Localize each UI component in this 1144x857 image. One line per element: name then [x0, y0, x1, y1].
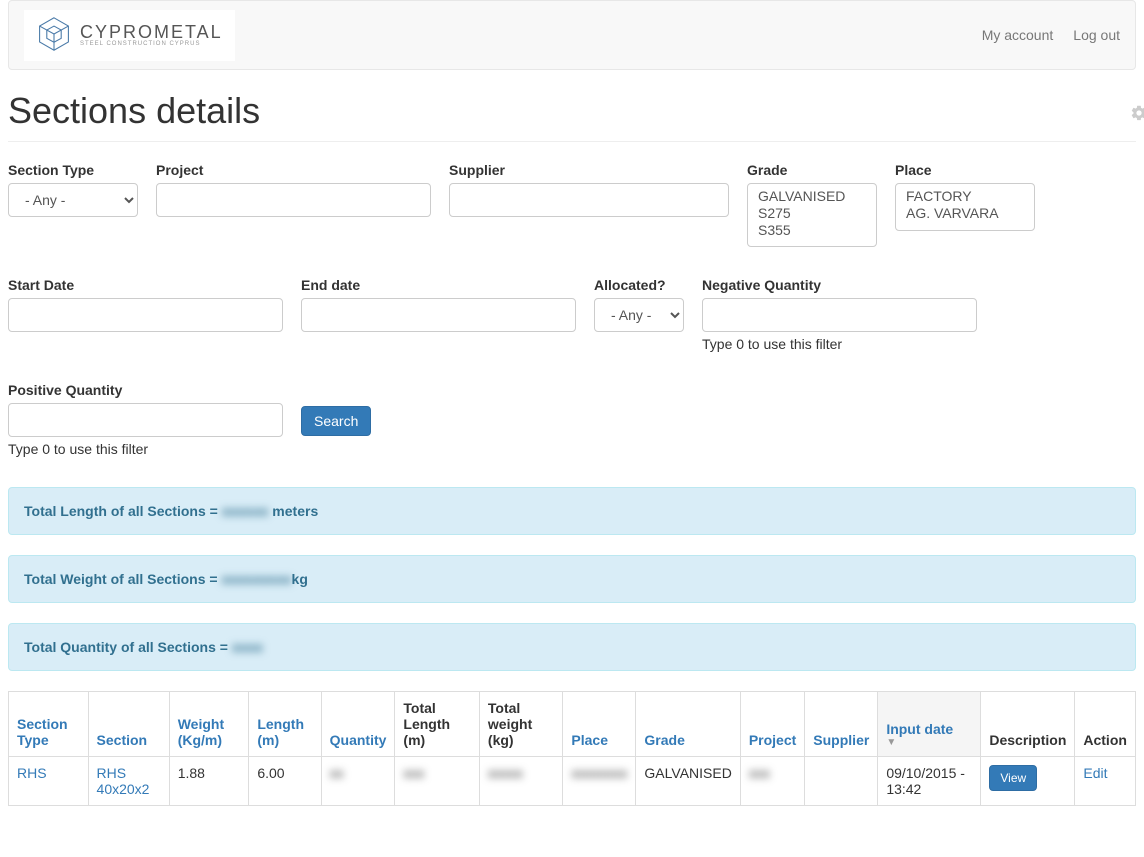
- end-date-input[interactable]: [301, 298, 576, 332]
- pos-qty-input[interactable]: [8, 403, 283, 437]
- nav-my-account[interactable]: My account: [982, 27, 1054, 43]
- search-button[interactable]: Search: [301, 406, 371, 436]
- col-length[interactable]: Length (m): [257, 716, 304, 748]
- col-total-weight: Total weight (kg): [479, 692, 563, 757]
- supplier-label: Supplier: [449, 162, 729, 178]
- page-title: Sections details: [8, 90, 260, 132]
- sections-table: Section Type Section Weight (Kg/m) Lengt…: [8, 691, 1136, 806]
- cell-weight: 1.88: [169, 757, 249, 806]
- col-total-length: Total Length (m): [395, 692, 480, 757]
- brand-tagline: STEEL CONSTRUCTION CYPRUS: [80, 41, 223, 47]
- col-project[interactable]: Project: [749, 732, 796, 748]
- col-weight[interactable]: Weight (Kg/m): [178, 716, 224, 748]
- cell-length: 6.00: [249, 757, 321, 806]
- cell-supplier: [805, 757, 878, 806]
- col-grade[interactable]: Grade: [644, 732, 684, 748]
- cell-section[interactable]: RHS 40x20x2: [97, 765, 150, 797]
- col-section-type[interactable]: Section Type: [17, 716, 68, 748]
- brand[interactable]: CYPROMETAL STEEL CONSTRUCTION CYPRUS: [24, 10, 235, 61]
- section-type-select[interactable]: - Any -: [8, 183, 138, 217]
- cell-project: xxx: [740, 757, 804, 806]
- project-label: Project: [156, 162, 431, 178]
- col-quantity[interactable]: Quantity: [330, 732, 387, 748]
- allocated-label: Allocated?: [594, 277, 684, 293]
- neg-qty-label: Negative Quantity: [702, 277, 977, 293]
- pos-qty-label: Positive Quantity: [8, 382, 283, 398]
- start-date-input[interactable]: [8, 298, 283, 332]
- logo-icon: [36, 16, 72, 55]
- cell-section-type[interactable]: RHS: [17, 765, 47, 781]
- col-description: Description: [981, 692, 1075, 757]
- allocated-select[interactable]: - Any -: [594, 298, 684, 332]
- nav-logout[interactable]: Log out: [1073, 27, 1120, 43]
- sort-desc-icon: ▼: [886, 737, 972, 748]
- col-input-date[interactable]: Input date: [886, 721, 953, 737]
- place-select[interactable]: FACTORY AG. VARVARA: [895, 183, 1035, 231]
- cell-total-weight: xxxxx: [479, 757, 563, 806]
- start-date-label: Start Date: [8, 277, 283, 293]
- place-label: Place: [895, 162, 1035, 178]
- end-date-label: End date: [301, 277, 576, 293]
- cell-quantity: xx: [321, 757, 395, 806]
- supplier-input[interactable]: [449, 183, 729, 217]
- summary-quantity: Total Quantity of all Sections = xxxx: [8, 623, 1136, 671]
- neg-qty-input[interactable]: [702, 298, 977, 332]
- summary-weight: Total Weight of all Sections = xxxxxxxxx…: [8, 555, 1136, 603]
- col-supplier[interactable]: Supplier: [813, 732, 869, 748]
- project-input[interactable]: [156, 183, 431, 217]
- grade-label: Grade: [747, 162, 877, 178]
- neg-qty-help: Type 0 to use this filter: [702, 336, 977, 352]
- navbar: CYPROMETAL STEEL CONSTRUCTION CYPRUS My …: [8, 0, 1136, 70]
- cell-input-date: 09/10/2015 - 13:42: [878, 757, 981, 806]
- cell-grade: GALVANISED: [636, 757, 740, 806]
- cell-total-length: xxx: [395, 757, 480, 806]
- table-row: RHS RHS 40x20x2 1.88 6.00 xx xxx xxxxx x…: [9, 757, 1136, 806]
- col-place[interactable]: Place: [571, 732, 608, 748]
- col-action: Action: [1075, 692, 1136, 757]
- gear-icon[interactable]: [1130, 104, 1144, 127]
- col-section[interactable]: Section: [97, 732, 148, 748]
- cell-place: xxxxxxxx: [563, 757, 636, 806]
- edit-link[interactable]: Edit: [1083, 765, 1107, 781]
- view-button[interactable]: View: [989, 765, 1037, 791]
- section-type-label: Section Type: [8, 162, 138, 178]
- pos-qty-help: Type 0 to use this filter: [8, 441, 283, 457]
- grade-select[interactable]: GALVANISED S275 S355: [747, 183, 877, 247]
- summary-length: Total Length of all Sections = xxxxxx me…: [8, 487, 1136, 535]
- brand-name: CYPROMETAL: [80, 23, 223, 41]
